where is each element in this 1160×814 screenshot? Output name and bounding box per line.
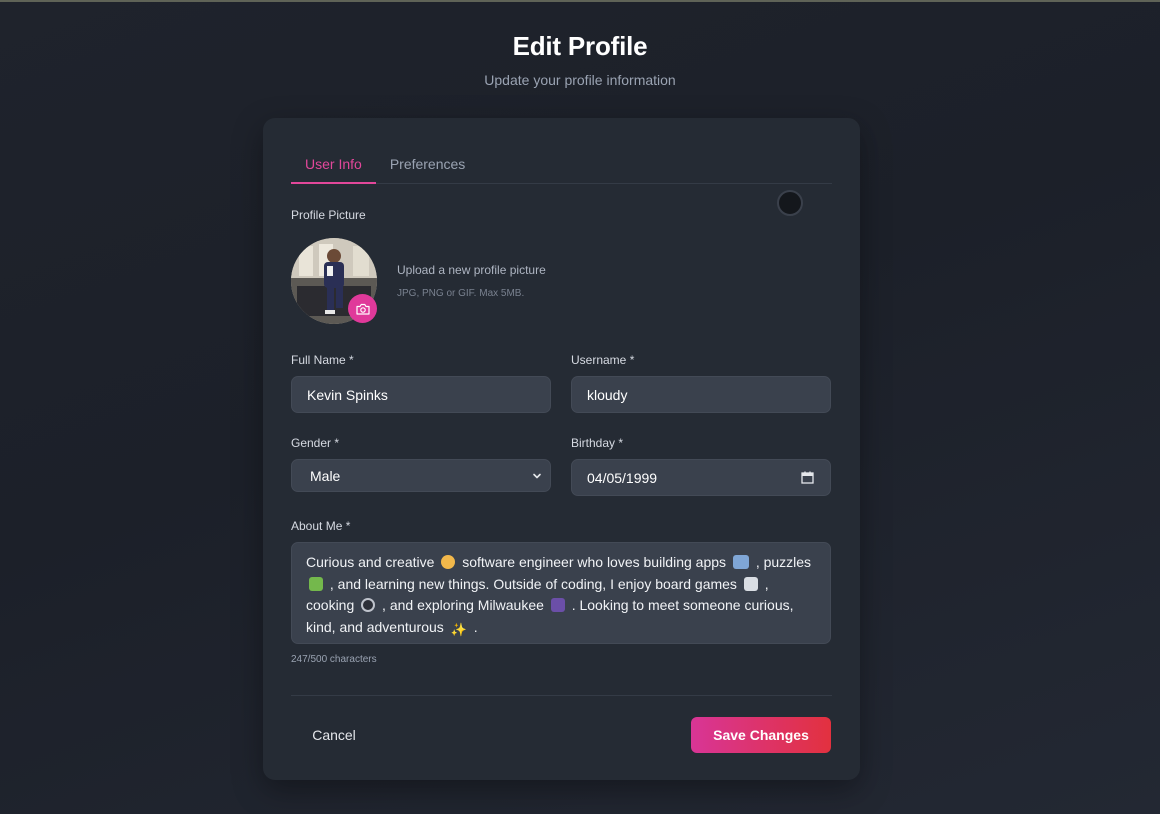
about-text: .: [473, 618, 478, 635]
calendar-icon[interactable]: [801, 471, 814, 484]
gender-select[interactable]: Male: [291, 459, 551, 492]
page-title: Edit Profile: [512, 31, 648, 61]
cancel-button[interactable]: Cancel: [291, 718, 377, 752]
city-night-icon: [550, 598, 565, 612]
edit-profile-card: User Info Preferences Profile Picture Up…: [263, 118, 860, 780]
about-text: Curious and creative: [306, 554, 435, 570]
laptop-icon: [732, 555, 749, 569]
window-top-border: [0, 0, 1160, 2]
birthday-input[interactable]: 04/05/1999: [571, 459, 831, 496]
status-indicator: [777, 190, 803, 216]
birthday-value: 04/05/1999: [587, 469, 658, 486]
avatar-container: [291, 238, 377, 324]
tab-bar: User Info Preferences: [291, 150, 832, 184]
gender-value: Male: [310, 467, 341, 484]
about-text: , and exploring Milwaukee: [382, 597, 544, 613]
about-text: software engineer who loves building app…: [462, 554, 727, 570]
game-die-icon: [743, 576, 758, 591]
username-value: kloudy: [587, 386, 628, 403]
tab-preferences[interactable]: Preferences: [376, 150, 479, 184]
chevron-down-icon: [533, 473, 541, 479]
profile-picture-label: Profile Picture: [291, 208, 366, 222]
about-me-textarea[interactable]: Curious and creative software engineer w…: [291, 542, 831, 644]
about-text: cooking: [306, 597, 355, 613]
full-name-label: Full Name *: [291, 353, 354, 367]
puzzle-piece-icon: [309, 576, 323, 591]
full-name-input[interactable]: Kevin Spinks: [291, 376, 551, 413]
change-photo-button[interactable]: [348, 294, 377, 323]
about-text: ,: [764, 575, 769, 592]
sparkles-icon: ✨: [450, 621, 467, 637]
about-me-label: About Me *: [291, 519, 351, 533]
cooking-icon: [361, 598, 376, 612]
about-text: . Looking to meet someone curious, kind,…: [306, 597, 794, 635]
about-text: , and learning new things. Outside of co…: [329, 575, 737, 592]
username-label: Username *: [571, 353, 635, 367]
username-input[interactable]: kloudy: [571, 376, 831, 413]
footer-divider: [291, 695, 832, 696]
birthday-label: Birthday *: [571, 436, 624, 450]
page-subtitle: Update your profile information: [484, 72, 676, 88]
full-name-value: Kevin Spinks: [307, 386, 388, 403]
about-text: , puzzles: [755, 554, 812, 570]
upload-hint: JPG, PNG or GIF. Max 5MB.: [397, 288, 525, 299]
camera-icon: [355, 303, 370, 315]
smiling-face-icon: [441, 555, 456, 569]
save-changes-button[interactable]: Save Changes: [691, 717, 831, 753]
tab-user-info[interactable]: User Info: [291, 150, 376, 184]
upload-title: Upload a new profile picture: [397, 263, 546, 277]
gender-label: Gender *: [291, 436, 340, 450]
character-count: 247/500 characters: [291, 654, 377, 665]
